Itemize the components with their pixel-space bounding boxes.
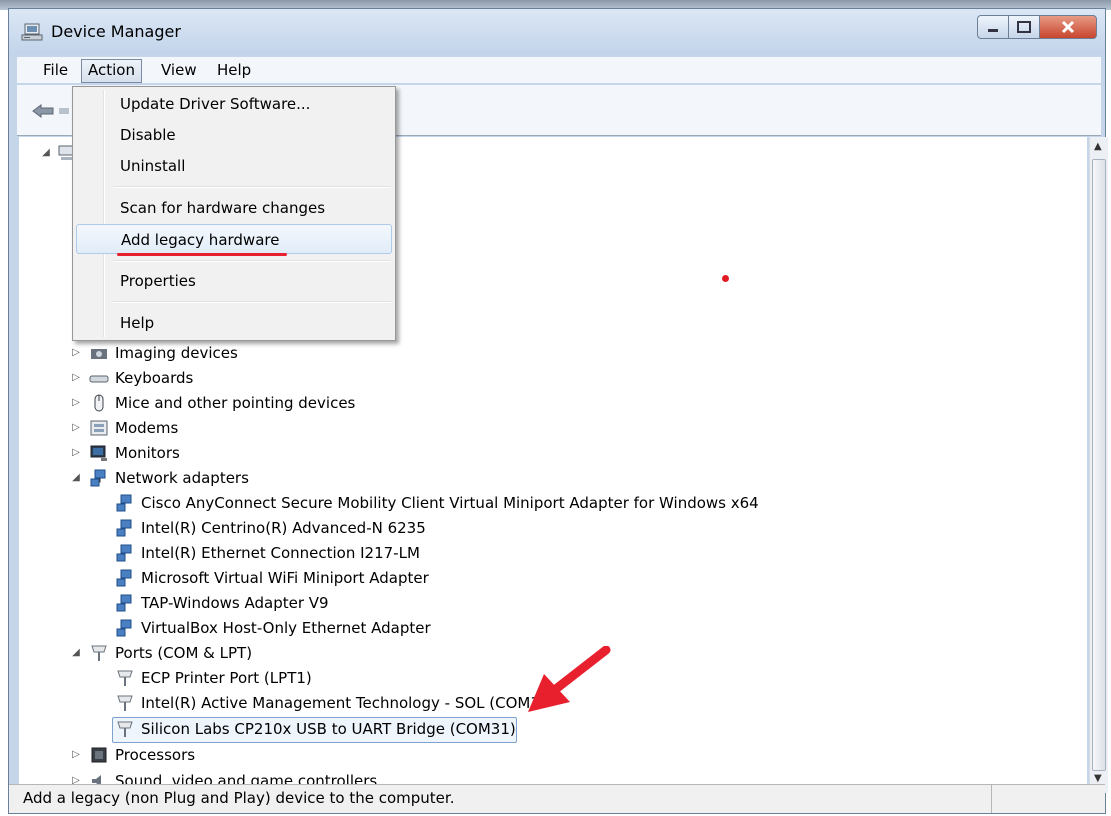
status-bar: Add a legacy (non Plug and Play) device … [9, 784, 1105, 813]
port-connector-icon [117, 695, 133, 711]
tree-row-modems[interactable]: ▷ Modems [19, 416, 419, 440]
window-title: Device Manager [51, 22, 181, 41]
network-adapter-icon [116, 494, 132, 512]
scroll-up-arrow-icon[interactable]: ▲ [1094, 141, 1102, 152]
tree-label: Intel(R) Active Management Technology - … [141, 694, 539, 712]
expander-collapsed[interactable]: ▷ [71, 366, 81, 390]
expander-expanded[interactable]: ◢ [71, 466, 81, 490]
port-connector-icon [117, 670, 133, 686]
expander-collapsed[interactable]: ▷ [71, 441, 81, 465]
tree-label: Keyboards [115, 369, 194, 387]
keyboard-icon [89, 375, 109, 383]
camera-icon [91, 349, 107, 359]
tree-label: Intel(R) Ethernet Connection I217-LM [141, 544, 420, 562]
tree-row-processors[interactable]: ▷ Processors [19, 743, 419, 767]
processor-icon [91, 747, 107, 763]
network-adapter-icon [116, 594, 132, 612]
action-dropdown-menu: Update Driver Software... Disable Uninst… [72, 86, 396, 341]
menu-item-disable[interactable]: Disable [76, 120, 392, 150]
tree-label: Intel(R) Centrino(R) Advanced-N 6235 [141, 519, 426, 537]
minimize-icon [988, 29, 998, 32]
tree-row-network-child[interactable]: Microsoft Virtual WiFi Miniport Adapter [19, 566, 519, 590]
tree-label: Processors [115, 746, 196, 764]
network-adapter-icon [90, 469, 106, 487]
tree-label: Modems [115, 419, 179, 437]
modem-icon [90, 420, 108, 436]
close-button[interactable] [1039, 15, 1097, 39]
network-adapter-icon [116, 619, 132, 637]
menu-item-scan-hardware[interactable]: Scan for hardware changes [76, 193, 392, 223]
tree-row-silicon-labs-bridge[interactable]: Silicon Labs CP210x USB to UART Bridge (… [19, 717, 519, 741]
tree-label: Microsoft Virtual WiFi Miniport Adapter [141, 569, 429, 587]
port-connector-icon [117, 721, 133, 737]
menu-separator [113, 301, 391, 303]
tree-row-network-child[interactable]: TAP-Windows Adapter V9 [19, 591, 519, 615]
menu-action[interactable]: Action [81, 59, 142, 83]
tree-label: Ports (COM & LPT) [115, 644, 253, 662]
menu-separator [113, 186, 391, 188]
expander-collapsed[interactable]: ▷ [71, 391, 81, 415]
expander-expanded[interactable]: ◢ [71, 641, 81, 665]
menu-bar: File Action View Help [17, 57, 1101, 83]
close-icon [1061, 20, 1075, 34]
tree-row-imaging[interactable]: ▷ Imaging devices [19, 341, 419, 365]
tree-row-ports[interactable]: ◢ Ports (COM & LPT) [19, 641, 419, 665]
monitor-icon [90, 445, 107, 461]
menu-view[interactable]: View [155, 59, 203, 81]
tree-label: Monitors [115, 444, 180, 462]
tree-label: Cisco AnyConnect Secure Mobility Client … [141, 494, 759, 512]
red-arrow-annotation-icon [528, 646, 611, 712]
device-manager-icon [21, 23, 43, 41]
tree-label: Imaging devices [115, 344, 238, 362]
status-divider [991, 785, 992, 813]
tree-row-monitors[interactable]: ▷ Monitors [19, 441, 419, 465]
expander-root[interactable]: ◢ [41, 147, 51, 158]
network-adapter-icon [116, 544, 132, 562]
scrollbar-thumb[interactable] [1092, 159, 1106, 771]
tree-label: VirtualBox Host-Only Ethernet Adapter [141, 619, 431, 637]
red-underline-annotation [117, 253, 287, 256]
menu-item-update-driver[interactable]: Update Driver Software... [76, 89, 392, 119]
tree-row-network-child[interactable]: Intel(R) Centrino(R) Advanced-N 6235 [19, 516, 519, 540]
menu-item-properties[interactable]: Properties [76, 266, 392, 296]
title-bar[interactable]: Device Manager [9, 9, 1105, 55]
menu-item-uninstall[interactable]: Uninstall [76, 151, 392, 181]
tree-row-network-child[interactable]: Cisco AnyConnect Secure Mobility Client … [19, 491, 779, 515]
tree-row-port-child[interactable]: Intel(R) Active Management Technology - … [19, 691, 539, 715]
red-dot-annotation [722, 275, 729, 282]
network-adapter-icon [116, 519, 132, 537]
network-adapter-icon [116, 569, 132, 587]
mouse-icon [94, 394, 104, 412]
menu-item-add-legacy-hardware[interactable]: Add legacy hardware [76, 224, 392, 254]
tree-row-network-child[interactable]: VirtualBox Host-Only Ethernet Adapter [19, 616, 519, 640]
vertical-scrollbar[interactable]: ▲ ▼ [1089, 137, 1108, 793]
status-text: Add a legacy (non Plug and Play) device … [23, 789, 455, 807]
maximize-button[interactable] [1008, 15, 1040, 39]
expander-collapsed[interactable]: ▷ [71, 416, 81, 440]
tree-label: ECP Printer Port (LPT1) [141, 669, 312, 687]
tree-label: TAP-Windows Adapter V9 [141, 594, 329, 612]
menu-separator [113, 260, 391, 262]
tree-row-network-child[interactable]: Intel(R) Ethernet Connection I217-LM [19, 541, 519, 565]
menu-item-help[interactable]: Help [76, 308, 392, 338]
tree-row-port-child[interactable]: ECP Printer Port (LPT1) [19, 666, 519, 690]
maximize-icon [1017, 21, 1031, 33]
tree-label: Mice and other pointing devices [115, 394, 356, 412]
scroll-down-arrow-icon[interactable]: ▼ [1094, 773, 1102, 784]
tree-label: Silicon Labs CP210x USB to UART Bridge (… [141, 720, 516, 738]
tree-row-network-adapters[interactable]: ◢ Network adapters [19, 466, 419, 490]
port-connector-icon [91, 645, 107, 661]
back-arrow-icon[interactable] [31, 103, 71, 119]
tree-row-keyboards[interactable]: ▷ Keyboards [19, 366, 419, 390]
menu-file[interactable]: File [37, 59, 74, 81]
expander-collapsed[interactable]: ▷ [71, 743, 81, 767]
minimize-button[interactable] [977, 15, 1009, 39]
menu-help[interactable]: Help [211, 59, 257, 81]
tree-label: Network adapters [115, 469, 249, 487]
expander-collapsed[interactable]: ▷ [71, 341, 81, 365]
tree-row-mice[interactable]: ▷ Mice and other pointing devices [19, 391, 519, 415]
